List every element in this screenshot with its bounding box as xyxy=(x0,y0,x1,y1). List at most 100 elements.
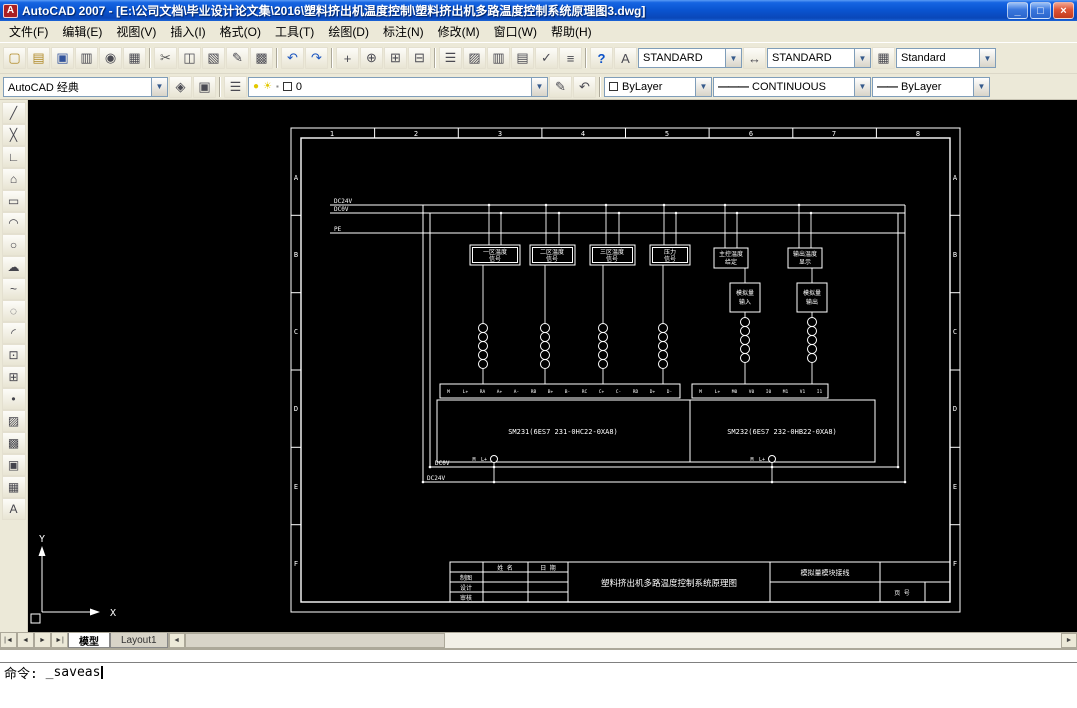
text-style-select[interactable]: STANDARD ▼ xyxy=(638,48,742,68)
point-button[interactable]: • xyxy=(1,388,26,410)
separator[interactable] xyxy=(147,47,153,69)
undo-button[interactable]: ↶ xyxy=(281,47,304,69)
linetype-select[interactable]: ——— CONTINUOUS ▼ xyxy=(713,76,871,97)
text-style-icon[interactable]: A xyxy=(614,47,637,69)
mtext-button[interactable]: A xyxy=(1,498,26,520)
chevron-down-icon[interactable]: ▼ xyxy=(151,77,167,96)
chevron-down-icon[interactable]: ▼ xyxy=(973,77,989,96)
menu-dimension[interactable]: 标注(N) xyxy=(376,20,431,43)
workspace-settings-button[interactable]: ◈ xyxy=(169,75,192,98)
restore-button[interactable]: □ xyxy=(1030,2,1051,19)
publish-button[interactable]: ▦ xyxy=(123,47,146,69)
separator[interactable] xyxy=(432,47,438,69)
pan-button[interactable]: + xyxy=(336,47,359,69)
plot-button[interactable]: ▥ xyxy=(75,47,98,69)
menu-window[interactable]: 窗口(W) xyxy=(487,20,544,43)
chevron-down-icon[interactable]: ▼ xyxy=(725,49,741,67)
zoom-realtime-button[interactable]: ⊕ xyxy=(360,47,383,69)
block-editor-button[interactable]: ▩ xyxy=(250,47,273,69)
open-button[interactable]: ▤ xyxy=(27,47,50,69)
command-input[interactable] xyxy=(38,665,46,680)
scrollbar-track[interactable] xyxy=(445,633,1061,648)
ellipse-button[interactable]: ◌ xyxy=(1,300,26,322)
menu-draw[interactable]: 绘图(D) xyxy=(321,20,376,43)
gradient-button[interactable]: ▩ xyxy=(1,432,26,454)
zoom-previous-button[interactable]: ⊟ xyxy=(408,47,431,69)
chevron-down-icon[interactable]: ▼ xyxy=(979,49,995,67)
first-layout-button[interactable]: |◄ xyxy=(0,633,17,648)
prev-layout-button[interactable]: ◄ xyxy=(17,633,34,648)
workspace-select[interactable]: AutoCAD 经典 ▼ xyxy=(3,76,168,97)
save-workspace-button[interactable]: ▣ xyxy=(193,75,216,98)
new-button[interactable]: ▢ xyxy=(3,47,26,69)
redo-button[interactable]: ↷ xyxy=(305,47,328,69)
arc-button[interactable]: ◠ xyxy=(1,212,26,234)
properties-button[interactable]: ☰ xyxy=(439,47,462,69)
dim-style-select[interactable]: STANDARD ▼ xyxy=(767,48,871,68)
designcenter-button[interactable]: ▨ xyxy=(463,47,486,69)
insert-block-button[interactable]: ⊡ xyxy=(1,344,26,366)
tab-layout1[interactable]: Layout1 xyxy=(110,633,168,648)
scroll-right-button[interactable]: ► xyxy=(1061,633,1077,648)
table-style-icon[interactable]: ▦ xyxy=(872,47,895,69)
menu-format[interactable]: 格式(O) xyxy=(213,20,268,43)
layer-properties-button[interactable]: ☰ xyxy=(224,75,247,98)
tool-palettes-button[interactable]: ▥ xyxy=(487,47,510,69)
chevron-down-icon[interactable]: ▼ xyxy=(854,49,870,67)
scrollbar-thumb[interactable] xyxy=(184,633,445,648)
command-input-text[interactable]: _saveas xyxy=(46,665,101,680)
plot-preview-button[interactable]: ◉ xyxy=(99,47,122,69)
line-button[interactable]: ╱ xyxy=(1,102,26,124)
tab-model[interactable]: 模型 xyxy=(68,633,110,648)
chevron-down-icon[interactable]: ▼ xyxy=(695,77,711,96)
menu-tools[interactable]: 工具(T) xyxy=(268,20,321,43)
layer-select[interactable]: ● ☀ ▪ 0 ▼ xyxy=(248,76,548,97)
close-button[interactable]: × xyxy=(1053,2,1074,19)
lineweight-select[interactable]: —— ByLayer ▼ xyxy=(872,76,990,97)
layer-previous-button[interactable]: ↶ xyxy=(573,75,596,98)
command-window[interactable]: 命令: _saveas xyxy=(0,648,1077,708)
markup-button[interactable]: ✓ xyxy=(535,47,558,69)
menu-insert[interactable]: 插入(I) xyxy=(163,20,212,43)
scroll-left-button[interactable]: ◄ xyxy=(168,633,185,648)
menu-modify[interactable]: 修改(M) xyxy=(431,20,487,43)
paste-button[interactable]: ▧ xyxy=(202,47,225,69)
make-block-button[interactable]: ⊞ xyxy=(1,366,26,388)
color-select[interactable]: ByLayer ▼ xyxy=(604,76,712,97)
sheetset-manager-button[interactable]: ▤ xyxy=(511,47,534,69)
help-button[interactable]: ? xyxy=(590,47,613,69)
make-layer-current-button[interactable]: ✎ xyxy=(549,75,572,98)
save-button[interactable]: ▣ xyxy=(51,47,74,69)
menu-file[interactable]: 文件(F) xyxy=(2,20,55,43)
drawing-canvas[interactable]: 1 2 3 4 5 6 7 8 A B C D E F A B C D E F … xyxy=(28,100,1077,632)
next-layout-button[interactable]: ► xyxy=(34,633,51,648)
revcloud-button[interactable]: ☁ xyxy=(1,256,26,278)
match-properties-button[interactable]: ✎ xyxy=(226,47,249,69)
rectangle-button[interactable]: ▭ xyxy=(1,190,26,212)
chevron-down-icon[interactable]: ▼ xyxy=(531,77,547,96)
minimize-button[interactable]: _ xyxy=(1007,2,1028,19)
polygon-button[interactable]: ⌂ xyxy=(1,168,26,190)
chevron-down-icon[interactable]: ▼ xyxy=(854,77,870,96)
polyline-button[interactable]: ∟ xyxy=(1,146,26,168)
separator[interactable] xyxy=(329,47,335,69)
region-button[interactable]: ▣ xyxy=(1,454,26,476)
command-line[interactable]: 命令: _saveas xyxy=(0,663,1077,682)
table-button[interactable]: ▦ xyxy=(1,476,26,498)
menu-edit[interactable]: 编辑(E) xyxy=(55,20,109,43)
horizontal-scrollbar[interactable]: ◄ ► xyxy=(167,633,1077,648)
separator[interactable] xyxy=(274,47,280,69)
menu-view[interactable]: 视图(V) xyxy=(109,20,163,43)
circle-button[interactable]: ○ xyxy=(1,234,26,256)
ellipse-arc-button[interactable]: ◜ xyxy=(1,322,26,344)
last-layout-button[interactable]: ►| xyxy=(51,633,68,648)
table-style-select[interactable]: Standard ▼ xyxy=(896,48,996,68)
quickcalc-button[interactable]: ≡ xyxy=(559,47,582,69)
construction-line-button[interactable]: ╳ xyxy=(1,124,26,146)
dim-style-icon[interactable]: ↔ xyxy=(743,47,766,69)
cut-button[interactable]: ✂ xyxy=(154,47,177,69)
hatch-button[interactable]: ▨ xyxy=(1,410,26,432)
zoom-window-button[interactable]: ⊞ xyxy=(384,47,407,69)
menu-help[interactable]: 帮助(H) xyxy=(544,20,599,43)
spline-button[interactable]: ~ xyxy=(1,278,26,300)
